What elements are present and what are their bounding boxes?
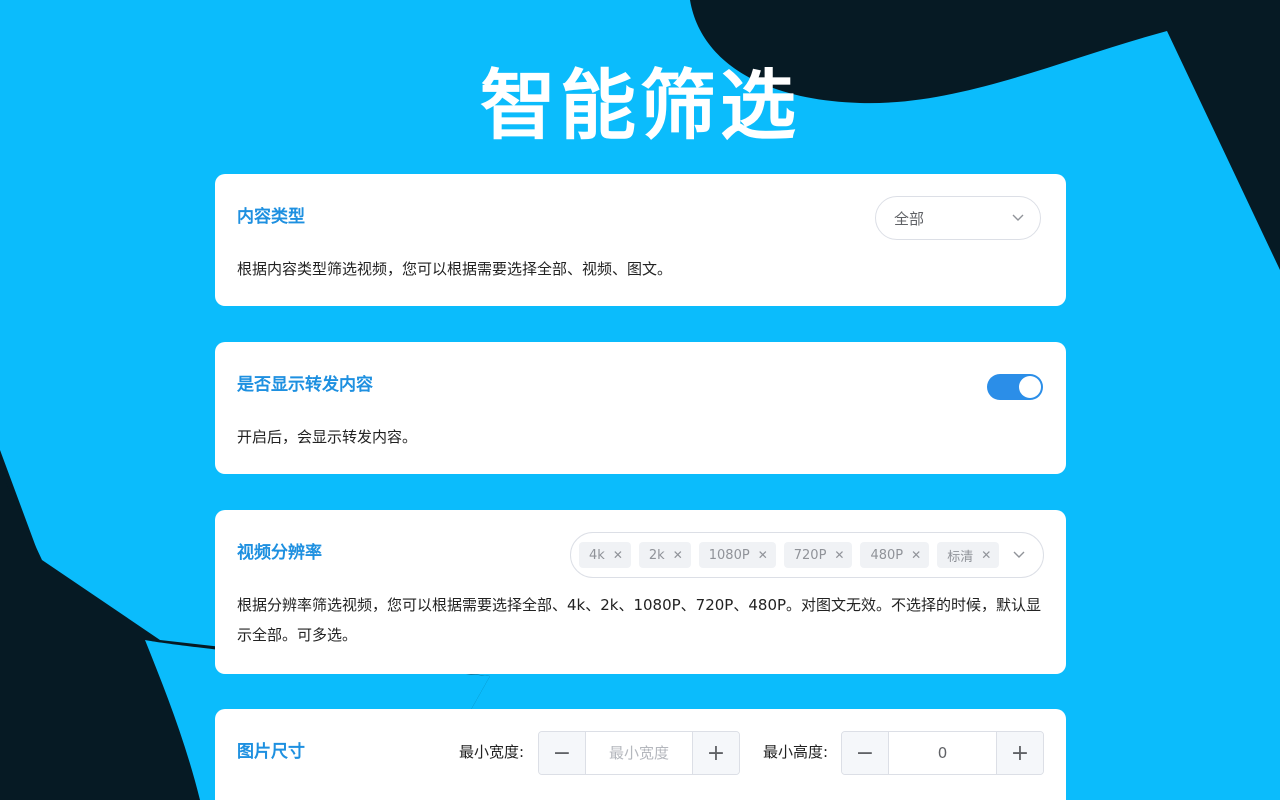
repost-toggle[interactable] xyxy=(987,374,1043,400)
min-width-increment-button[interactable]: + xyxy=(692,732,739,774)
resolution-tag: 2k ✕ xyxy=(638,542,691,568)
close-icon[interactable]: ✕ xyxy=(673,548,683,562)
min-width-stepper: − + xyxy=(538,731,740,775)
page-title: 智能筛选 xyxy=(480,61,800,150)
toggle-knob xyxy=(1019,376,1041,398)
content-type-title: 内容类型 xyxy=(237,207,305,227)
content-type-desc: 根据内容类型筛选视频，您可以根据需要选择全部、视频、图文。 xyxy=(237,260,673,278)
min-width-label: 最小宽度: xyxy=(459,743,525,761)
chevron-down-icon xyxy=(1012,211,1024,225)
resolution-title: 视频分辨率 xyxy=(237,543,322,563)
resolution-tag: 4k ✕ xyxy=(579,542,631,568)
content-type-selected-value: 全部 xyxy=(894,209,925,228)
min-width-input[interactable] xyxy=(586,732,692,774)
close-icon[interactable]: ✕ xyxy=(911,548,921,562)
close-icon[interactable]: ✕ xyxy=(981,548,991,562)
image-size-card: 图片尺寸 最小宽度: − + 最小高度: − + xyxy=(215,709,1066,800)
resolution-tag: 标清 ✕ xyxy=(937,542,1000,568)
min-height-decrement-button[interactable]: − xyxy=(842,732,889,774)
min-height-input[interactable] xyxy=(889,732,996,774)
repost-card: 是否显示转发内容 开启后，会显示转发内容。 xyxy=(215,342,1066,474)
chevron-down-icon xyxy=(1013,548,1025,562)
resolution-tag: 480P ✕ xyxy=(860,542,930,568)
repost-desc: 开启后，会显示转发内容。 xyxy=(237,428,418,446)
resolution-tag: 720P ✕ xyxy=(783,542,853,568)
close-icon[interactable]: ✕ xyxy=(758,548,768,562)
min-width-decrement-button[interactable]: − xyxy=(539,732,586,774)
content-type-select[interactable]: 全部 xyxy=(875,196,1041,240)
close-icon[interactable]: ✕ xyxy=(834,548,844,562)
repost-title: 是否显示转发内容 xyxy=(237,375,373,395)
resolution-multiselect[interactable]: 4k ✕ 2k ✕ 1080P ✕ 720P ✕ 480P ✕ 标清 ✕ xyxy=(570,532,1044,578)
min-height-increment-button[interactable]: + xyxy=(996,732,1043,774)
content-type-card: 内容类型 全部 根据内容类型筛选视频，您可以根据需要选择全部、视频、图文。 xyxy=(215,174,1066,306)
resolution-card: 视频分辨率 4k ✕ 2k ✕ 1080P ✕ 720P ✕ 480P ✕ 标清 ✕ 根据分… xyxy=(215,510,1066,674)
resolution-desc: 根据分辨率筛选视频，您可以根据需要选择全部、4k、2k、1080P、720P、4… xyxy=(237,596,1042,644)
resolution-tag: 1080P ✕ xyxy=(698,542,776,568)
min-height-stepper: − + xyxy=(841,731,1044,775)
close-icon[interactable]: ✕ xyxy=(613,548,623,562)
min-height-label: 最小高度: xyxy=(763,743,829,761)
image-size-title: 图片尺寸 xyxy=(237,742,305,762)
